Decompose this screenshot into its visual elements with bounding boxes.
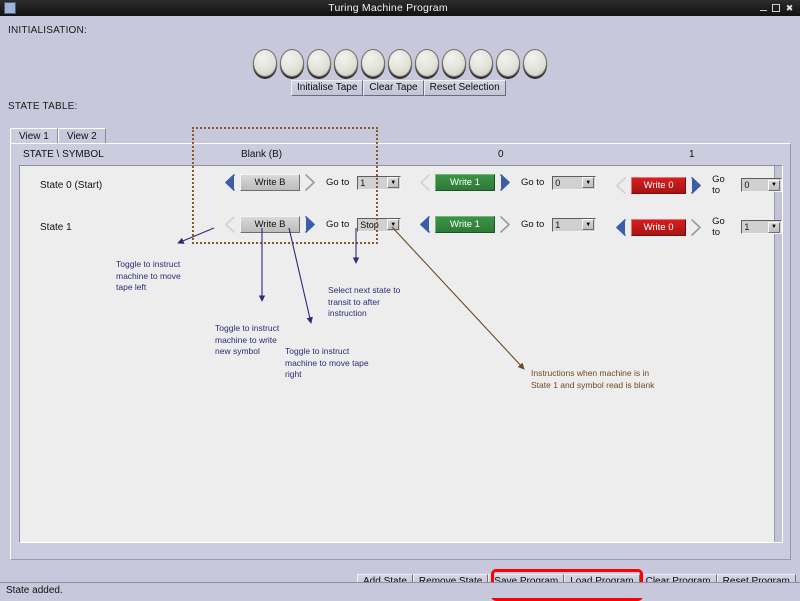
window-body: INITIALISATION: Initialise TapeClear Tap… <box>0 16 800 582</box>
window-controls: ✖ <box>760 4 794 13</box>
move-left-arrow-icon[interactable] <box>420 216 431 233</box>
column-header-row: STATE \ SYMBOL Blank (B) 0 1 <box>11 144 790 165</box>
goto-state-value: Stop <box>360 220 379 230</box>
tape-strip[interactable] <box>253 49 547 77</box>
header-column-one: 1 <box>689 149 695 160</box>
chevron-down-icon[interactable]: ▼ <box>582 177 594 188</box>
move-left-arrow-icon[interactable] <box>225 216 236 233</box>
state-table-label: STATE TABLE: <box>8 101 77 112</box>
goto-state-select[interactable]: 1▼ <box>741 220 782 234</box>
tape-cell[interactable] <box>307 49 331 77</box>
goto-label: Go to <box>326 177 349 188</box>
annotation-state1-blank: Instructions when machine is in State 1 … <box>531 368 657 391</box>
maximize-icon[interactable] <box>772 4 780 12</box>
tape-cell[interactable] <box>334 49 358 77</box>
chevron-down-icon[interactable]: ▼ <box>387 219 399 230</box>
row-label-state-1: State 1 <box>40 222 72 233</box>
move-right-arrow-icon[interactable] <box>499 174 510 191</box>
tape-cell[interactable] <box>442 49 466 77</box>
instruction-cell: Write 1Go to1▼ <box>420 216 596 233</box>
move-right-arrow-icon[interactable] <box>690 219 701 236</box>
row-label-state-0: State 0 (Start) <box>40 180 102 191</box>
annotation-select-next: Select next state to transit to after in… <box>328 285 404 320</box>
goto-label: Go to <box>712 174 733 196</box>
instruction-cell: Write 0Go to0▼ <box>616 174 782 196</box>
goto-state-value: 0 <box>555 178 560 188</box>
move-right-arrow-icon[interactable] <box>304 216 315 233</box>
state-table-panel: STATE \ SYMBOL Blank (B) 0 1 State 0 (St… <box>10 143 791 560</box>
move-left-arrow-icon[interactable] <box>616 177 627 194</box>
window-title: Turing Machine Program <box>16 2 760 14</box>
goto-state-select[interactable]: 0▼ <box>552 176 596 190</box>
instruction-cell: Write BGo to1▼ <box>225 174 401 191</box>
tape-cell[interactable] <box>253 49 277 77</box>
move-left-arrow-icon[interactable] <box>616 219 627 236</box>
tape-cell[interactable] <box>523 49 547 77</box>
write-symbol-button[interactable]: Write 1 <box>435 174 495 191</box>
table-row: State 0 (Start)Write BGo to1▼Write 1Go t… <box>20 166 782 208</box>
write-symbol-button[interactable]: Write 0 <box>631 177 686 194</box>
tape-cell[interactable] <box>280 49 304 77</box>
initialisation-label: INITIALISATION: <box>8 25 87 36</box>
reset-selection-button[interactable]: Reset Selection <box>424 80 506 96</box>
goto-state-select[interactable]: 1▼ <box>357 176 401 190</box>
tape-cell[interactable] <box>361 49 385 77</box>
header-state-symbol: STATE \ SYMBOL <box>23 149 104 160</box>
chevron-down-icon[interactable]: ▼ <box>582 219 594 230</box>
instruction-cell: Write 0Go to1▼ <box>616 216 782 238</box>
annotation-write-new: Toggle to instruct machine to write new … <box>215 323 285 358</box>
chevron-down-icon[interactable]: ▼ <box>768 180 780 191</box>
annotation-move-left: Toggle to instruct machine to move tape … <box>116 259 194 294</box>
clear-tape-button[interactable]: Clear Tape <box>363 80 423 96</box>
state-table-grid: State 0 (Start)Write BGo to1▼Write 1Go t… <box>19 165 783 543</box>
goto-label: Go to <box>712 216 733 238</box>
chevron-down-icon[interactable]: ▼ <box>768 222 780 233</box>
status-bar: State added. <box>0 582 800 598</box>
title-bar: Turing Machine Program ✖ <box>0 0 800 16</box>
write-symbol-button[interactable]: Write B <box>240 174 300 191</box>
goto-label: Go to <box>326 219 349 230</box>
goto-state-select[interactable]: 0▼ <box>741 178 782 192</box>
app-icon <box>4 2 16 14</box>
tape-cell[interactable] <box>388 49 412 77</box>
status-message: State added. <box>6 585 63 596</box>
write-symbol-button[interactable]: Write 1 <box>435 216 495 233</box>
move-left-arrow-icon[interactable] <box>420 174 431 191</box>
instruction-cell: Write B Go to Stop ▼ <box>225 216 401 233</box>
goto-label: Go to <box>521 219 544 230</box>
chevron-down-icon[interactable]: ▼ <box>387 177 399 188</box>
table-row: State 1Write BGo toStop▼Write 1Go to1▼Wr… <box>20 208 782 250</box>
initialise-tape-button[interactable]: Initialise Tape <box>291 80 363 96</box>
header-column-zero: 0 <box>498 149 504 160</box>
goto-state-value: 1 <box>744 222 749 232</box>
write-symbol-button[interactable]: Write 0 <box>631 219 686 236</box>
instruction-cell: Write 1Go to0▼ <box>420 174 596 191</box>
tape-cell[interactable] <box>496 49 520 77</box>
move-right-arrow-icon[interactable] <box>304 174 315 191</box>
goto-state-value: 1 <box>555 220 560 230</box>
tape-cell[interactable] <box>415 49 439 77</box>
goto-state-select[interactable]: Stop ▼ <box>357 218 401 232</box>
close-icon[interactable]: ✖ <box>785 4 794 13</box>
move-left-arrow-icon[interactable] <box>225 174 236 191</box>
goto-state-select[interactable]: 1▼ <box>552 218 596 232</box>
goto-label: Go to <box>521 177 544 188</box>
goto-state-value: 0 <box>744 180 749 190</box>
application-window: Turing Machine Program ✖ INITIALISATION:… <box>0 0 800 598</box>
write-symbol-button[interactable]: Write B <box>240 216 300 233</box>
minimize-icon[interactable] <box>760 5 767 11</box>
move-right-arrow-icon[interactable] <box>690 177 701 194</box>
header-column-blank: Blank (B) <box>241 149 282 160</box>
tape-cell[interactable] <box>469 49 493 77</box>
goto-state-value: 1 <box>360 178 365 188</box>
annotation-move-right: Toggle to instruct machine to move tape … <box>285 346 373 381</box>
move-right-arrow-icon[interactable] <box>499 216 510 233</box>
initialisation-button-row: Initialise TapeClear TapeReset Selection <box>291 80 506 96</box>
